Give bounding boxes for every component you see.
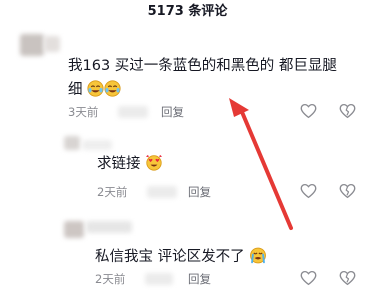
comment-text-content: 私信我宝 评论区发不了: [95, 249, 245, 265]
like-heart-icon[interactable]: [300, 183, 317, 199]
username-blurred[interactable]: [44, 36, 60, 52]
dislike-broken-heart-icon[interactable]: [339, 270, 356, 286]
dislike-broken-heart-icon[interactable]: [339, 103, 356, 119]
username-blurred[interactable]: [82, 140, 112, 150]
location-blurred: [118, 106, 148, 118]
like-heart-icon[interactable]: [300, 270, 317, 286]
comment-text: 私信我宝 评论区发不了: [95, 246, 267, 271]
crying-face-icon: [249, 247, 267, 271]
comment-time: 2天前: [95, 272, 126, 286]
avatar[interactable]: [64, 221, 84, 238]
comment-time: 3天前: [68, 105, 99, 119]
comment-text-tail: 细: [68, 82, 83, 98]
comment-text: 求链接: [97, 153, 163, 178]
comment-text: 我163 买过一条蓝色的和黑色的 都巨显腿: [68, 58, 337, 74]
annotation-arrow-head: [229, 98, 249, 117]
comments-count-title: 5173 条评论: [147, 4, 228, 19]
avatar[interactable]: [20, 34, 44, 56]
reply-button[interactable]: 回复: [188, 184, 211, 200]
comment-text-continued: 细: [68, 79, 121, 104]
avatar[interactable]: [64, 136, 80, 150]
username-blurred[interactable]: [86, 221, 132, 233]
annotation-arrow-shaft: [240, 110, 293, 230]
location-blurred: [147, 186, 177, 198]
location-blurred: [145, 273, 173, 285]
comment-text-content: 求链接: [97, 156, 141, 172]
laughing-crying-face-icon: [87, 80, 104, 104]
dislike-broken-heart-icon[interactable]: [339, 183, 356, 199]
heart-eyes-face-icon: [145, 154, 163, 178]
reply-button[interactable]: 回复: [161, 104, 184, 120]
like-heart-icon[interactable]: [300, 103, 317, 119]
comment-time: 2天前: [97, 185, 128, 199]
laughing-crying-face-icon: [104, 80, 121, 104]
reply-button[interactable]: 回复: [188, 271, 211, 287]
